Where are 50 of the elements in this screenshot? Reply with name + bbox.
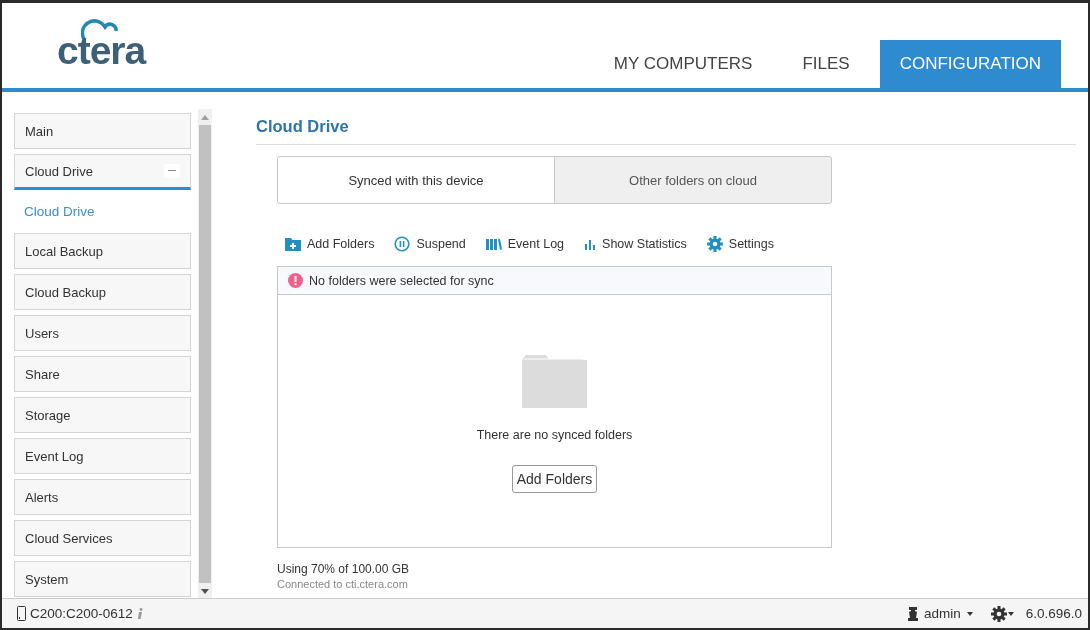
bar-chart-icon — [584, 238, 597, 250]
user-menu[interactable]: admin — [907, 606, 973, 621]
device-name: C200:C200-0612 — [30, 606, 133, 621]
toolbar-button[interactable]: Suspend — [394, 236, 466, 252]
sidebar-item[interactable]: Main — [14, 113, 191, 149]
settings-icon — [706, 236, 723, 252]
usage-text: Using 70% of 100.00 GB — [277, 562, 411, 576]
sidebar-item[interactable]: Cloud Drive — [14, 154, 191, 190]
sidebar-item[interactable]: System — [14, 561, 191, 597]
connection-text: Connected to cti.ctera.com — [277, 578, 409, 590]
sidebar-item[interactable]: Share — [14, 356, 191, 392]
scroll-down-icon[interactable] — [201, 588, 209, 594]
nav-tab[interactable]: FILES — [782, 40, 870, 88]
pause-icon — [394, 236, 411, 252]
sidebar-item[interactable]: Cloud Backup — [14, 274, 191, 310]
sidebar-item[interactable]: Event Log — [14, 438, 191, 474]
scroll-up-icon[interactable] — [201, 114, 209, 120]
notice-text: No folders were selected for sync — [309, 273, 494, 288]
toolbar-button[interactable]: Add Folders — [285, 237, 375, 251]
caret-icon — [1007, 611, 1014, 616]
sidebar-item[interactable]: Local Backup — [14, 233, 191, 269]
folder-icon — [522, 355, 587, 408]
empty-message: There are no synced folders — [476, 428, 633, 442]
toolbar-button[interactable]: Settings — [706, 236, 774, 252]
ctera-logo: ctera — [57, 17, 146, 70]
info-icon[interactable] — [136, 607, 143, 620]
alert-icon — [288, 273, 303, 288]
nav-tab[interactable]: CONFIGURATION — [879, 40, 1061, 88]
folder-plus-icon — [285, 237, 301, 251]
nav-tab[interactable]: MY COMPUTERS — [593, 40, 773, 88]
segment-tab[interactable]: Synced with this device — [277, 156, 555, 204]
device-icon — [17, 606, 26, 621]
page-title: Cloud Drive — [256, 117, 1076, 145]
add-folders-button[interactable]: Add Folders — [511, 465, 598, 493]
settings-icon — [990, 605, 1007, 622]
segment-tab[interactable]: Other folders on cloud — [555, 156, 832, 204]
collapse-icon[interactable] — [164, 164, 180, 178]
sidebar-item[interactable]: Users — [14, 315, 191, 351]
scrollbar[interactable] — [198, 109, 212, 599]
toolbar-button[interactable]: Event Log — [485, 237, 565, 251]
sidebar-item[interactable]: Alerts — [14, 479, 191, 515]
toolbar-button[interactable]: Show Statistics — [584, 237, 687, 251]
version-text: 6.0.696.0 — [1025, 606, 1082, 621]
user-icon — [907, 606, 918, 621]
books-icon — [485, 238, 502, 250]
sidebar-item[interactable]: Storage — [14, 397, 191, 433]
sidebar-item[interactable]: Cloud Services — [14, 520, 191, 556]
settings-menu[interactable] — [990, 605, 1014, 622]
sidebar-subitem[interactable]: Cloud Drive — [14, 195, 191, 228]
caret-icon — [966, 611, 973, 616]
